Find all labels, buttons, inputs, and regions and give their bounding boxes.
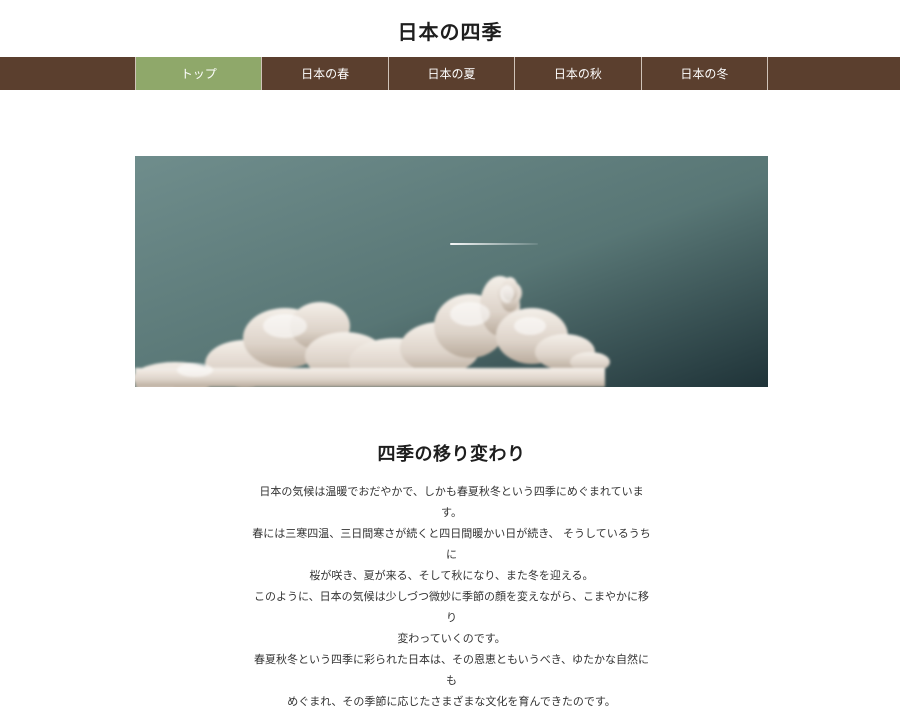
global-nav: トップ 日本の春 日本の夏 日本の秋 日本の冬 [0, 57, 900, 90]
nav-item-summer[interactable]: 日本の夏 [387, 57, 514, 90]
contrail [450, 243, 538, 245]
site-title: 日本の四季 [397, 20, 503, 44]
paragraph-line: 日本の気候は温暖でおだやかで、しかも春夏秋冬という四季にめぐまれています。 [259, 485, 644, 519]
nav-item-autumn[interactable]: 日本の秋 [514, 57, 640, 90]
intro-paragraph: 日本の気候は温暖でおだやかで、しかも春夏秋冬という四季にめぐまれています。 春に… [252, 481, 652, 712]
nav-list: トップ 日本の春 日本の夏 日本の秋 日本の冬 [135, 57, 768, 90]
section-heading: 四季の移り変わり [377, 444, 526, 465]
nav-item-winter[interactable]: 日本の冬 [640, 57, 767, 90]
sky-clouds-illustration [135, 156, 768, 387]
paragraph-line: 春には三寒四温、三日間寒さが続くと四日間暖かい日が続き、 そうしているうちに [252, 527, 651, 561]
paragraph-line: 変わっていくのです。 [397, 632, 506, 645]
nav-item-top[interactable]: トップ [135, 57, 262, 90]
paragraph-line: めぐまれ、その季節に応じたさまざまな文化を育んできたのです。 [287, 695, 616, 708]
paragraph-line: 桜が咲き、夏が来る、そして秋になり、また冬を迎える。 [309, 569, 594, 582]
hero-image [135, 156, 768, 387]
main-content: 四季の移り変わり 日本の気候は温暖でおだやかで、しかも春夏秋冬という四季にめぐま… [135, 440, 768, 712]
paragraph-line: 春夏秋冬という四季に彩られた日本は、その恩恵ともいうべき、ゆたかな自然にも [253, 653, 649, 687]
paragraph-line: このように、日本の気候は少しづつ微妙に季節の顔を変えながら、こまやかに移り [253, 590, 649, 624]
site-header: 日本の四季 [0, 0, 900, 57]
nav-item-spring[interactable]: 日本の春 [261, 57, 387, 90]
